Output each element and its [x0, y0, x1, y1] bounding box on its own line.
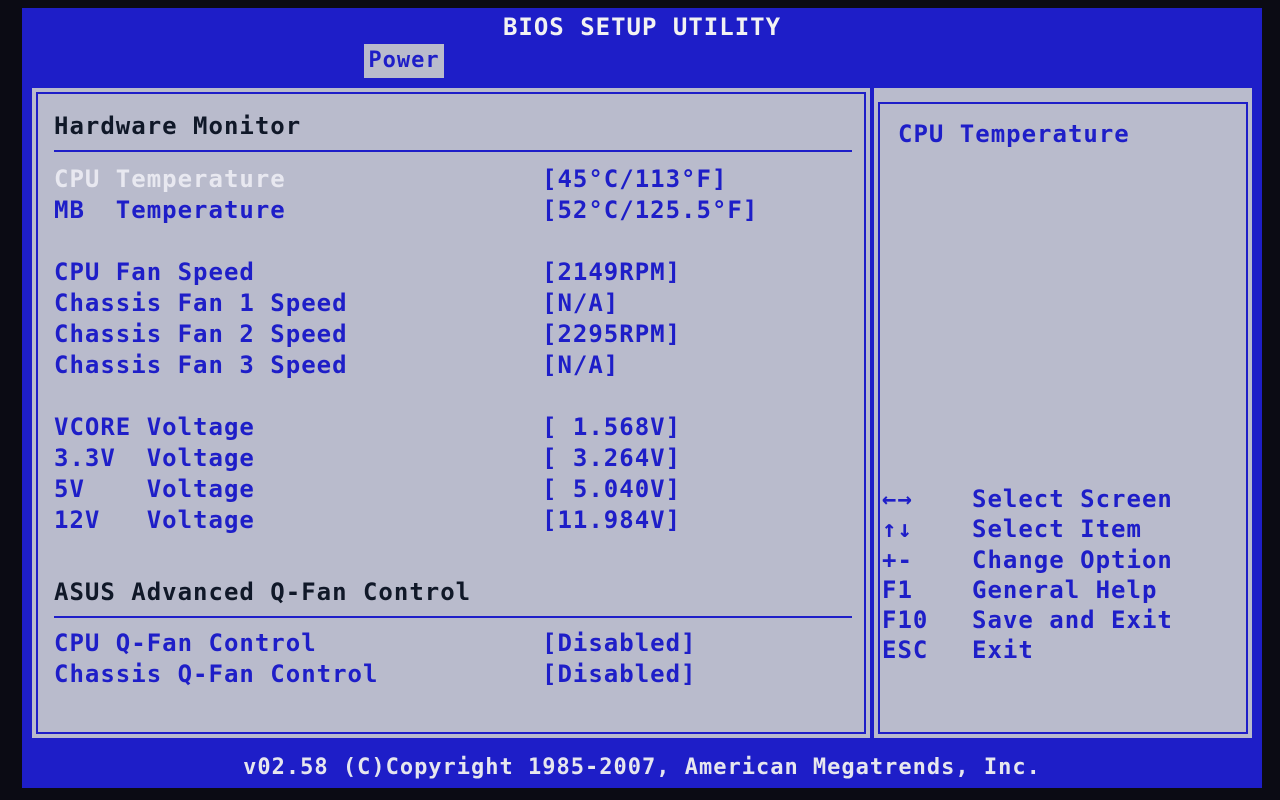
copyright-text: v02.58 (C)Copyright 1985-2007, American …	[243, 755, 1041, 780]
help-panel: CPU Temperature ←→ Select Screen ↑↓ Sele…	[872, 86, 1254, 740]
setting-label: MB Temperature	[54, 196, 286, 224]
key-hint-select-screen: ←→ Select Screen	[882, 484, 1242, 514]
setting-label: CPU Q-Fan Control	[54, 629, 317, 657]
app-title: BIOS SETUP UTILITY	[502, 13, 782, 41]
key-hint-desc: Select Screen	[972, 485, 1173, 513]
setting-value: [Disabled]	[542, 629, 697, 657]
setting-row-12v-voltage[interactable]: 12V Voltage [11.984V]	[54, 505, 854, 535]
key-hint-change-option: +- Change Option	[882, 545, 1242, 575]
setting-row-5v-voltage[interactable]: 5V Voltage [ 5.040V]	[54, 474, 854, 504]
bios-screen: BIOS SETUP UTILITY Power Hardware Monito…	[22, 8, 1262, 788]
setting-row-chassis-fan-1-speed[interactable]: Chassis Fan 1 Speed [N/A]	[54, 288, 854, 318]
setting-row-cpu-fan-speed[interactable]: CPU Fan Speed [2149RPM]	[54, 257, 854, 287]
setting-row-3-3v-voltage[interactable]: 3.3V Voltage [ 3.264V]	[54, 443, 854, 473]
key-hint-general-help: F1 General Help	[882, 575, 1242, 605]
key-hint-desc: Exit	[972, 636, 1034, 664]
setting-value: [ 5.040V]	[542, 475, 682, 503]
key-hint-exit: ESC Exit	[882, 635, 1242, 665]
key-label: F10	[882, 606, 929, 634]
setting-value: [N/A]	[542, 289, 620, 317]
setting-value: [N/A]	[542, 351, 620, 379]
setting-value: [45°C/113°F]	[542, 165, 728, 193]
key-label: F1	[882, 576, 913, 604]
setting-value: [2295RPM]	[542, 320, 682, 348]
key-hint-desc: General Help	[972, 576, 1158, 604]
setting-label: 12V Voltage	[54, 506, 255, 534]
key-hint-desc: Save and Exit	[972, 606, 1173, 634]
setting-row-mb-temperature[interactable]: MB Temperature [52°C/125.5°F]	[54, 195, 854, 225]
setting-label: VCORE Voltage	[54, 413, 255, 441]
setting-value: [Disabled]	[542, 660, 697, 688]
section-title-hardware-monitor: Hardware Monitor	[54, 112, 302, 140]
copyright-footer: v02.58 (C)Copyright 1985-2007, American …	[22, 750, 1262, 786]
setting-value: [2149RPM]	[542, 258, 682, 286]
setting-label: CPU Fan Speed	[54, 258, 255, 286]
tab-power[interactable]: Power	[364, 44, 444, 78]
setting-value: [11.984V]	[542, 506, 682, 534]
setting-value: [ 3.264V]	[542, 444, 682, 472]
setting-row-cpu-qfan-control[interactable]: CPU Q-Fan Control [Disabled]	[54, 628, 854, 658]
key-label: ESC	[882, 636, 929, 664]
setting-label: 3.3V Voltage	[54, 444, 255, 472]
arrows-left-right-icon: ←→	[882, 485, 913, 513]
section-divider	[54, 150, 852, 152]
arrows-up-down-icon: ↑↓	[882, 515, 913, 543]
subsection-divider	[54, 616, 852, 618]
setting-label: Chassis Fan 1 Speed	[54, 289, 348, 317]
plus-minus-icon: +-	[882, 546, 913, 574]
setting-row-chassis-fan-3-speed[interactable]: Chassis Fan 3 Speed [N/A]	[54, 350, 854, 380]
key-hint-desc: Change Option	[972, 546, 1173, 574]
tab-strip: Power	[22, 44, 1262, 82]
title-bar: BIOS SETUP UTILITY	[22, 8, 1262, 44]
setting-label: CPU Temperature	[54, 165, 286, 193]
key-hint-select-item: ↑↓ Select Item	[882, 514, 1242, 544]
section-title-qfan-control: ASUS Advanced Q-Fan Control	[54, 578, 472, 606]
setting-label: Chassis Fan 3 Speed	[54, 351, 348, 379]
help-title: CPU Temperature	[898, 120, 1130, 148]
setting-value: [ 1.568V]	[542, 413, 682, 441]
setting-value: [52°C/125.5°F]	[542, 196, 759, 224]
setting-row-cpu-temperature[interactable]: CPU Temperature [45°C/113°F]	[54, 164, 854, 194]
setting-label: Chassis Fan 2 Speed	[54, 320, 348, 348]
key-hint-desc: Select Item	[972, 515, 1142, 543]
main-panel: Hardware Monitor CPU Temperature [45°C/1…	[30, 86, 872, 740]
setting-label: Chassis Q-Fan Control	[54, 660, 379, 688]
setting-label: 5V Voltage	[54, 475, 255, 503]
key-hint-save-and-exit: F10 Save and Exit	[882, 605, 1242, 635]
setting-row-vcore-voltage[interactable]: VCORE Voltage [ 1.568V]	[54, 412, 854, 442]
setting-row-chassis-fan-2-speed[interactable]: Chassis Fan 2 Speed [2295RPM]	[54, 319, 854, 349]
setting-row-chassis-qfan-control[interactable]: Chassis Q-Fan Control [Disabled]	[54, 659, 854, 689]
